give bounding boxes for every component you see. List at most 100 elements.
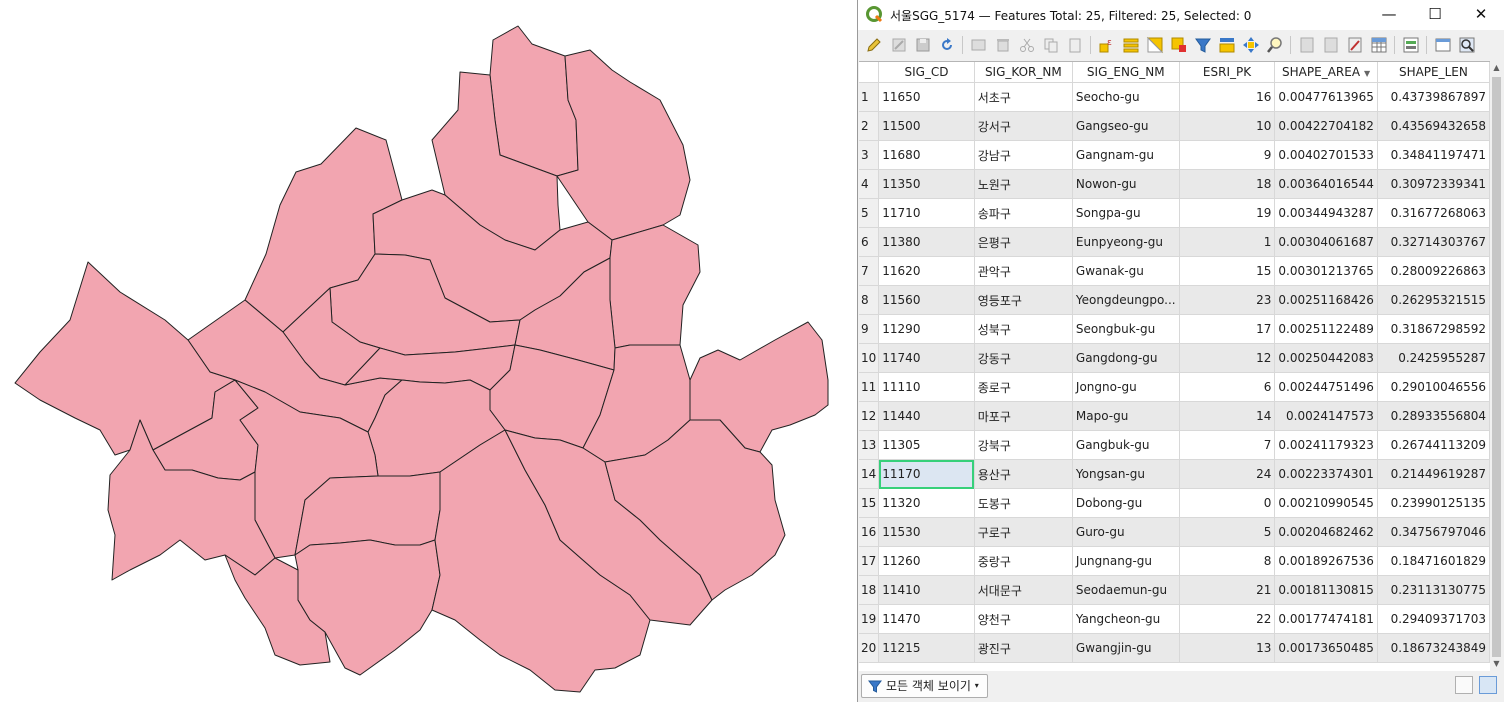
row-number-header[interactable]: 17	[859, 546, 880, 576]
table-cell[interactable]: 0.18673243849	[1377, 633, 1490, 663]
table-cell[interactable]: 11620	[878, 256, 975, 286]
table-cell[interactable]: Yangcheon-gu	[1072, 604, 1180, 634]
table-cell[interactable]: 0.32714303767	[1377, 227, 1490, 257]
form-view-button[interactable]	[1455, 676, 1473, 694]
table-row[interactable]: 15 11320 도봉구 Dobong-gu 0 0.00210990545 0.23990…	[859, 488, 1490, 518]
row-number-header[interactable]: 14	[859, 459, 880, 489]
table-cell[interactable]: 0.26295321515	[1377, 285, 1490, 315]
filter-select-icon[interactable]	[1194, 36, 1212, 54]
table-cell[interactable]: 강동구	[974, 343, 1073, 373]
table-cell[interactable]: 마포구	[974, 401, 1073, 431]
row-number-header[interactable]: 3	[859, 140, 880, 170]
row-number-header[interactable]: 9	[859, 314, 880, 344]
table-cell[interactable]: Nowon-gu	[1072, 169, 1180, 199]
table-cell[interactable]: Gwanak-gu	[1072, 256, 1180, 286]
table-row[interactable]: 11 11110 종로구 Jongno-gu 6 0.00244751496 0.29010…	[859, 372, 1490, 402]
table-cell[interactable]: 0.29409371703	[1377, 604, 1490, 634]
district-dobong[interactable]	[489, 25, 579, 177]
invert-selection-icon[interactable]	[1146, 36, 1164, 54]
table-cell[interactable]: 양천구	[974, 604, 1073, 634]
table-cell[interactable]: Seongbuk-gu	[1072, 314, 1180, 344]
column-header[interactable]: SIG_CD	[878, 62, 975, 83]
table-cell[interactable]: 도봉구	[974, 488, 1073, 518]
table-cell[interactable]: 23	[1179, 285, 1276, 315]
table-cell[interactable]: 종로구	[974, 372, 1073, 402]
row-number-header[interactable]: 20	[859, 633, 880, 663]
table-cell[interactable]: 0.21449619287	[1377, 459, 1490, 489]
row-number-header[interactable]: 8	[859, 285, 880, 315]
save-edits-icon[interactable]	[914, 36, 932, 54]
column-header-sorted[interactable]: SHAPE_AREA ▼	[1274, 62, 1378, 83]
row-number-header[interactable]: 19	[859, 604, 880, 634]
table-cell[interactable]: 11215	[878, 633, 975, 663]
table-cell[interactable]: 22	[1179, 604, 1276, 634]
toggle-editing-icon[interactable]	[865, 36, 883, 54]
table-cell[interactable]: Gangdong-gu	[1072, 343, 1180, 373]
table-row[interactable]: 13 11305 강북구 Gangbuk-gu 7 0.00241179323 0.2674…	[859, 430, 1490, 460]
column-header[interactable]: SHAPE_LEN	[1377, 62, 1490, 83]
deselect-all-icon[interactable]	[1170, 36, 1188, 54]
table-cell[interactable]: 0.00250442083	[1274, 343, 1378, 373]
table-cell[interactable]: 16	[1179, 82, 1276, 112]
table-view-button[interactable]	[1479, 676, 1497, 694]
table-cell[interactable]: 0.34841197471	[1377, 140, 1490, 170]
table-cell[interactable]: 0.0024147573	[1274, 401, 1378, 431]
table-cell[interactable]: Seocho-gu	[1072, 82, 1180, 112]
table-row[interactable]: 20 11215 광진구 Gwangjin-gu 13 0.00173650485 0.18…	[859, 633, 1490, 663]
table-cell[interactable]: 성북구	[974, 314, 1073, 344]
table-row[interactable]: 7 11620 관악구 Gwanak-gu 15 0.00301213765 0.28009…	[859, 256, 1490, 286]
row-number-header[interactable]: 10	[859, 343, 880, 373]
table-cell[interactable]: 노원구	[974, 169, 1073, 199]
move-selection-top-icon[interactable]	[1218, 36, 1236, 54]
column-header[interactable]: SIG_ENG_NM	[1072, 62, 1180, 83]
table-cell[interactable]: 영등포구	[974, 285, 1073, 315]
table-cell[interactable]: Songpa-gu	[1072, 198, 1180, 228]
table-cell[interactable]: 0.00177474181	[1274, 604, 1378, 634]
table-cell[interactable]: 24	[1179, 459, 1276, 489]
table-cell[interactable]: 10	[1179, 111, 1276, 141]
table-row[interactable]: 8 11560 영등포구 Yeongdeungpo... 23 0.00251168426…	[859, 285, 1490, 315]
table-cell[interactable]: 11410	[878, 575, 975, 605]
table-cell[interactable]: 0.31677268063	[1377, 198, 1490, 228]
row-number-header[interactable]: 2	[859, 111, 880, 141]
table-cell[interactable]: 0.26744113209	[1377, 430, 1490, 460]
row-number-header[interactable]: 12	[859, 401, 880, 431]
pan-to-selection-icon[interactable]	[1242, 36, 1260, 54]
table-cell[interactable]: 강남구	[974, 140, 1073, 170]
table-cell[interactable]: 14	[1179, 401, 1276, 431]
table-cell[interactable]: Seodaemun-gu	[1072, 575, 1180, 605]
table-cell[interactable]: 0.28009226863	[1377, 256, 1490, 286]
dock-icon[interactable]	[1434, 36, 1452, 54]
expression-select-icon[interactable]: ε	[1098, 36, 1116, 54]
copy-icon[interactable]	[1042, 36, 1060, 54]
table-cell[interactable]: Jongno-gu	[1072, 372, 1180, 402]
new-field-icon[interactable]	[1298, 36, 1316, 54]
table-row[interactable]: 6 11380 은평구 Eunpyeong-gu 1 0.00304061687 0.327…	[859, 227, 1490, 257]
table-cell[interactable]: 0.00402701533	[1274, 140, 1378, 170]
table-row[interactable]: 5 11710 송파구 Songpa-gu 19 0.00344943287 0.31677…	[859, 198, 1490, 228]
table-cell[interactable]: 송파구	[974, 198, 1073, 228]
row-number-header[interactable]: 13	[859, 430, 880, 460]
field-calculator-icon[interactable]	[1370, 36, 1388, 54]
table-cell[interactable]: 11320	[878, 488, 975, 518]
table-cell[interactable]: 서대문구	[974, 575, 1073, 605]
column-header[interactable]: SIG_KOR_NM	[974, 62, 1073, 83]
conditional-formatting-icon[interactable]	[1402, 36, 1420, 54]
table-cell[interactable]: 구로구	[974, 517, 1073, 547]
table-cell[interactable]: 중랑구	[974, 546, 1073, 576]
close-button[interactable]: ✕	[1458, 0, 1504, 30]
cut-icon[interactable]	[1018, 36, 1036, 54]
table-cell[interactable]: 15	[1179, 256, 1276, 286]
table-cell[interactable]: 0.00422704182	[1274, 111, 1378, 141]
show-all-features-button[interactable]: 모든 객체 보이기 ▾	[861, 674, 988, 698]
row-number-header[interactable]: 1	[859, 82, 880, 112]
table-cell[interactable]: 관악구	[974, 256, 1073, 286]
table-cell[interactable]: 0.34756797046	[1377, 517, 1490, 547]
table-row[interactable]: 14 11170 용산구 Yongsan-gu 24 0.00223374301 0.214…	[859, 459, 1490, 489]
table-cell[interactable]: 13	[1179, 633, 1276, 663]
table-cell[interactable]: 5	[1179, 517, 1276, 547]
table-cell[interactable]: 11350	[878, 169, 975, 199]
table-cell[interactable]: 11110	[878, 372, 975, 402]
table-cell[interactable]: Guro-gu	[1072, 517, 1180, 547]
table-cell[interactable]: 0.00251168426	[1274, 285, 1378, 315]
